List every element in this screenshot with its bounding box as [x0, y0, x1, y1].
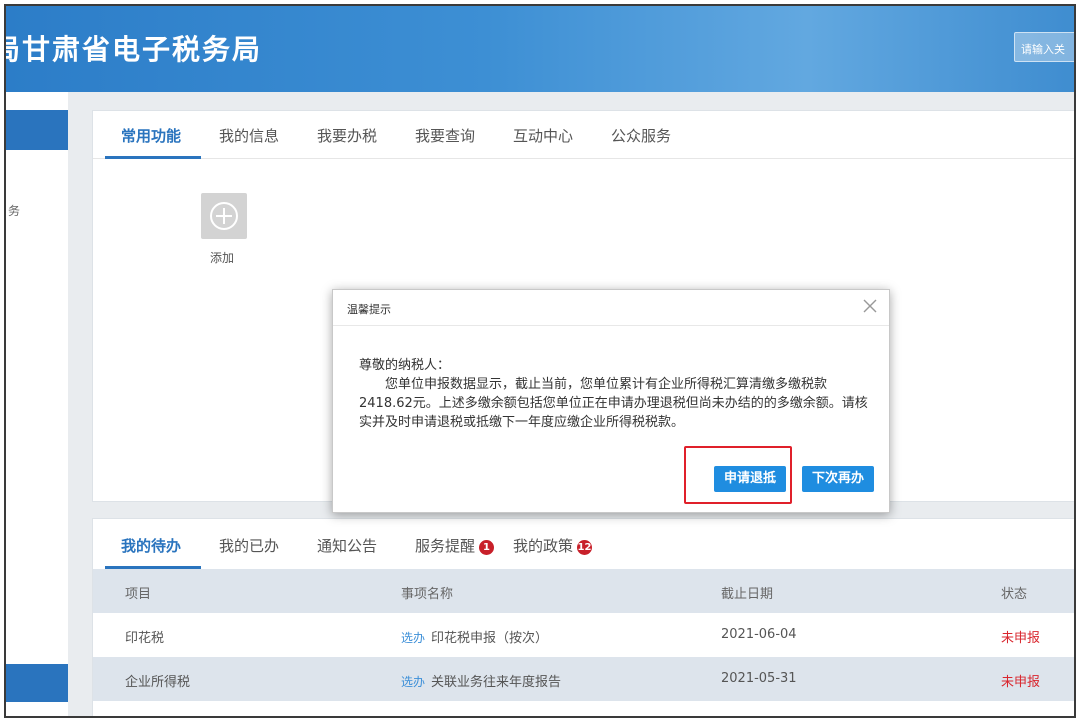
close-icon[interactable]	[861, 297, 879, 315]
do-later-button[interactable]: 下次再办	[802, 466, 875, 492]
dialog-header: 温馨提示	[333, 290, 889, 326]
notice-dialog: 温馨提示 尊敬的纳税人： 您单位申报数据显示，截止当前，您单位累计有企业所得税汇…	[332, 289, 890, 513]
highlight-annotation	[684, 446, 792, 504]
app-window: 局甘肃省电子税务局 请输入关 务 常用功能 我的信息 我要办税 我要查询 互动中…	[4, 4, 1076, 718]
dialog-greeting: 尊敬的纳税人：	[359, 358, 451, 373]
dialog-message: 尊敬的纳税人： 您单位申报数据显示，截止当前，您单位累计有企业所得税汇算清缴多缴…	[359, 356, 869, 432]
dialog-title: 温馨提示	[347, 303, 391, 316]
dialog-text: 您单位申报数据显示，截止当前，您单位累计有企业所得税汇算清缴多缴税款2418.6…	[359, 377, 868, 430]
